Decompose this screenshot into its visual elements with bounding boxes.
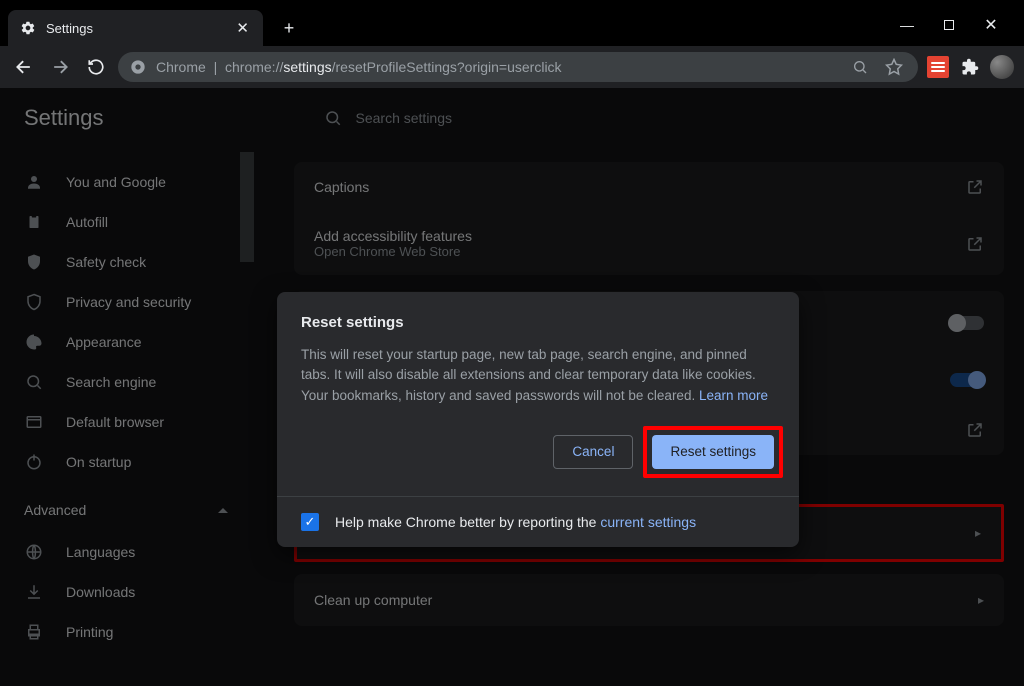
browser-tab[interactable]: Settings ✕ xyxy=(8,10,263,46)
add-accessibility-row[interactable]: Add accessibility features Open Chrome W… xyxy=(294,212,1004,275)
back-button[interactable] xyxy=(10,53,38,81)
sidebar-item-safety-check[interactable]: Safety check xyxy=(0,242,254,282)
sidebar-item-autofill[interactable]: Autofill xyxy=(0,202,254,242)
reset-settings-dialog: Reset settings This will reset your star… xyxy=(277,292,799,547)
address-bar[interactable]: Chrome | chrome://settings/resetProfileS… xyxy=(118,52,918,82)
shield-icon xyxy=(24,292,44,312)
dialog-title: Reset settings xyxy=(277,292,799,345)
sidebar-item-you-and-google[interactable]: You and Google xyxy=(0,162,254,202)
close-icon[interactable]: ✕ xyxy=(234,17,251,39)
sidebar-item-appearance[interactable]: Appearance xyxy=(0,322,254,362)
external-link-icon xyxy=(966,421,984,439)
window-titlebar: Settings ✕ + — ✕ xyxy=(0,0,1024,46)
shield-check-icon xyxy=(24,252,44,272)
profile-avatar[interactable] xyxy=(990,55,1014,79)
chevron-right-icon: ▸ xyxy=(975,526,981,540)
sidebar-item-downloads[interactable]: Downloads xyxy=(0,572,254,612)
sidebar-item-default-browser[interactable]: Default browser xyxy=(0,402,254,442)
palette-icon xyxy=(24,332,44,352)
sidebar-item-privacy-security[interactable]: Privacy and security xyxy=(0,282,254,322)
clipboard-icon xyxy=(24,212,44,232)
download-icon xyxy=(24,582,44,602)
chevron-right-icon: ▸ xyxy=(978,593,984,607)
site-info-icon[interactable] xyxy=(130,59,146,75)
close-window-button[interactable]: ✕ xyxy=(982,16,1000,34)
help-reporting-checkbox[interactable]: ✓ xyxy=(301,513,319,531)
current-settings-link[interactable]: current settings xyxy=(600,514,696,530)
gear-icon xyxy=(20,20,36,36)
url-text: Chrome | chrome://settings/resetProfileS… xyxy=(156,59,838,75)
learn-more-link[interactable]: Learn more xyxy=(699,388,768,403)
minimize-button[interactable]: — xyxy=(898,16,916,34)
search-icon[interactable] xyxy=(848,55,872,79)
cleanup-computer-row[interactable]: Clean up computer ▸ xyxy=(294,574,1004,626)
reload-button[interactable] xyxy=(82,53,110,81)
dialog-body: This will reset your startup page, new t… xyxy=(277,345,799,426)
sidebar-item-printing[interactable]: Printing xyxy=(0,612,254,652)
browser-toolbar: Chrome | chrome://settings/resetProfileS… xyxy=(0,46,1024,88)
search-icon xyxy=(24,372,44,392)
bookmark-star-icon[interactable] xyxy=(882,55,906,79)
browser-icon xyxy=(24,412,44,432)
chevron-up-icon xyxy=(218,508,228,513)
sidebar: You and Google Autofill Safety check Pri… xyxy=(0,88,254,686)
sidebar-item-search-engine[interactable]: Search engine xyxy=(0,362,254,402)
sidebar-advanced-toggle[interactable]: Advanced xyxy=(0,488,254,532)
globe-icon xyxy=(24,542,44,562)
printer-icon xyxy=(24,622,44,642)
external-link-icon xyxy=(966,235,984,253)
sidebar-item-on-startup[interactable]: On startup xyxy=(0,442,254,482)
new-tab-button[interactable]: + xyxy=(275,14,303,42)
maximize-button[interactable] xyxy=(940,16,958,34)
extensions-icon[interactable] xyxy=(958,55,982,79)
forward-button[interactable] xyxy=(46,53,74,81)
settings-page: Settings Search settings You and Google … xyxy=(0,88,1024,686)
window-controls: — ✕ xyxy=(898,16,1000,34)
cancel-button[interactable]: Cancel xyxy=(553,435,633,469)
external-link-icon xyxy=(966,178,984,196)
sidebar-item-languages[interactable]: Languages xyxy=(0,532,254,572)
tab-title: Settings xyxy=(46,21,224,36)
scrollbar-thumb[interactable] xyxy=(240,152,254,262)
help-reporting-label: Help make Chrome better by reporting the… xyxy=(335,514,696,530)
person-icon xyxy=(24,172,44,192)
captions-row[interactable]: Captions xyxy=(294,162,1004,212)
reset-settings-button[interactable]: Reset settings xyxy=(652,435,774,469)
todoist-extension-icon[interactable] xyxy=(926,55,950,79)
highlight-annotation: Reset settings xyxy=(643,426,783,478)
accessibility-card: Captions Add accessibility features Open… xyxy=(294,162,1004,275)
toggle-off[interactable] xyxy=(950,316,984,330)
power-icon xyxy=(24,452,44,472)
toggle-on[interactable] xyxy=(950,373,984,387)
